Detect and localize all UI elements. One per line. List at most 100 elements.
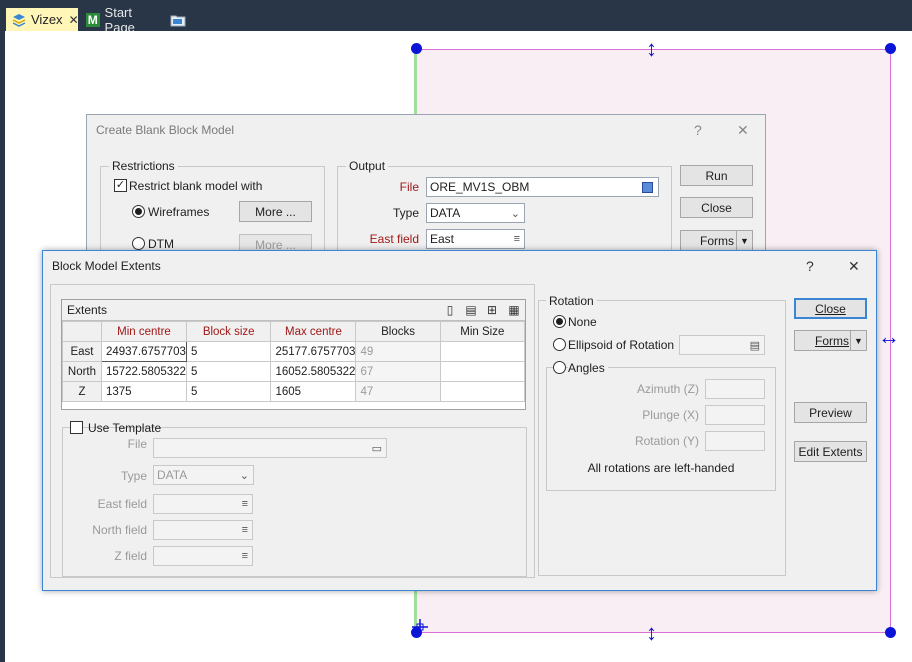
help-icon[interactable]: ? — [806, 258, 814, 274]
resize-vertical-icon[interactable]: ↕ — [646, 38, 657, 60]
close-icon[interactable]: ✕ — [737, 122, 749, 139]
plunge-field[interactable] — [705, 405, 765, 425]
dialog-title: Block Model Extents — [52, 259, 161, 273]
chevron-down-icon[interactable]: ▼ — [850, 331, 866, 350]
m-logo-icon: M — [86, 12, 100, 27]
column-header — [62, 321, 102, 342]
table-cell[interactable] — [439, 381, 526, 402]
forms-label: Forms — [815, 333, 849, 348]
template-z-label: Z field — [114, 549, 147, 563]
tab-vizex[interactable]: Vizex ✕ — [6, 8, 79, 31]
use-template-checkbox[interactable] — [70, 421, 83, 434]
forms-button[interactable]: Forms ▼ — [794, 330, 867, 351]
output-type-select[interactable]: DATA ⌄ — [426, 203, 525, 223]
dialog-title: Create Blank Block Model — [96, 123, 235, 137]
east-field-input[interactable]: East ≡ — [426, 229, 525, 249]
table-cell[interactable]: 5 — [185, 361, 272, 382]
chevron-down-icon: ⌄ — [239, 470, 249, 482]
new-document-icon[interactable]: ▯ — [443, 303, 457, 317]
table-cell[interactable] — [439, 361, 526, 382]
help-icon[interactable]: ? — [694, 122, 702, 138]
extents-grid-header: Extents ▯ ▤ ⊞ ▦ — [62, 300, 525, 321]
dtm-radio[interactable] — [132, 237, 145, 250]
rotation-ellipsoid-label: Ellipsoid of Rotation — [568, 338, 675, 352]
template-north-field[interactable]: ≡ — [153, 520, 253, 540]
close-button[interactable]: Close — [794, 298, 867, 319]
table-icon[interactable]: ▤ — [750, 339, 760, 352]
rotation-y-field[interactable] — [705, 431, 765, 451]
browse-icon[interactable]: ▭ — [372, 442, 382, 455]
table-row: Z 1375 5 1605 47 — [62, 381, 526, 402]
table-cell[interactable]: 1605 — [270, 381, 357, 402]
table-header-row: Min centre Block size Max centre Blocks … — [62, 321, 526, 342]
extents-grid[interactable]: Extents ▯ ▤ ⊞ ▦ Min centre Block size Ma… — [61, 299, 526, 410]
rotation-ellipsoid-radio[interactable] — [553, 338, 566, 351]
table-row: East 24937.67577030 5 25177.67577030 49 — [62, 341, 526, 362]
azimuth-field[interactable] — [705, 379, 765, 399]
wireframes-radio[interactable] — [132, 205, 145, 218]
column-header: Min centre — [100, 321, 187, 342]
add-row-icon[interactable]: ⊞ — [485, 303, 499, 317]
output-file-field[interactable]: ORE_MV1S_OBM — [426, 177, 659, 197]
template-file-field[interactable]: ▭ — [153, 438, 387, 458]
table-cell[interactable]: 25177.67577030 — [270, 341, 357, 362]
output-type-value: DATA — [430, 206, 461, 220]
resize-vertical-icon[interactable]: ↕ — [646, 622, 657, 644]
preview-button[interactable]: Preview — [794, 402, 867, 423]
corner-handle-bottom-right[interactable] — [885, 627, 896, 638]
azimuth-label: Azimuth (Z) — [636, 382, 699, 396]
chevron-down-icon[interactable]: ▼ — [736, 231, 752, 250]
table-cell[interactable]: 5 — [185, 341, 272, 362]
edit-extents-button[interactable]: Edit Extents — [794, 441, 867, 462]
table-row: North 15722.58053221 5 16052.58053221 67 — [62, 361, 526, 382]
output-file-value: ORE_MV1S_OBM — [430, 180, 530, 194]
close-button[interactable]: Close — [680, 197, 753, 218]
column-header: Max centre — [270, 321, 357, 342]
table-cell[interactable]: 5 — [185, 381, 272, 402]
run-button[interactable]: Run — [680, 165, 753, 186]
template-z-field[interactable]: ≡ — [153, 546, 253, 566]
tab-start-page[interactable]: M Start Page — [82, 5, 164, 35]
forms-button[interactable]: Forms ▼ — [680, 230, 753, 251]
rotation-none-radio[interactable] — [553, 315, 566, 328]
tab-vizex-label: Vizex — [31, 12, 63, 27]
corner-handle-top-right[interactable] — [885, 43, 896, 54]
list-icon[interactable]: ≡ — [242, 498, 248, 510]
resize-horizontal-icon[interactable]: ↔ — [878, 326, 900, 348]
template-north-label: North field — [92, 523, 147, 537]
list-icon[interactable]: ≡ — [242, 550, 248, 562]
rotation-angles-label: Angles — [568, 361, 608, 375]
table-cell[interactable]: 24937.67577030 — [100, 341, 187, 362]
close-icon[interactable]: ✕ — [69, 13, 79, 27]
ellipsoid-field[interactable]: ▤ — [679, 335, 765, 355]
more-wireframes-button[interactable]: More ... — [239, 201, 312, 222]
table-cell[interactable]: 15722.58053221 — [100, 361, 187, 382]
corner-handle-top-left[interactable] — [411, 43, 422, 54]
template-east-field[interactable]: ≡ — [153, 494, 253, 514]
dtm-label: DTM — [148, 237, 174, 251]
type-label: Type — [392, 206, 419, 220]
table-cell: 47 — [355, 381, 441, 402]
list-icon[interactable]: ≡ — [514, 233, 520, 245]
extents-grid-title: Extents — [67, 303, 108, 317]
rotation-angles-radio[interactable] — [553, 361, 566, 374]
folder-icon[interactable] — [167, 8, 189, 31]
list-icon[interactable]: ≡ — [242, 524, 248, 536]
table-cell[interactable]: 1375 — [100, 381, 187, 402]
row-header: East — [62, 341, 102, 362]
wireframes-label: Wireframes — [148, 205, 210, 219]
file-label: File — [399, 180, 419, 194]
create-blank-block-model-dialog: Create Blank Block Model ? ✕ Restriction… — [86, 114, 766, 266]
column-header: Min Size — [439, 321, 526, 342]
table-cell[interactable]: 16052.58053221 — [270, 361, 357, 382]
template-type-select[interactable]: DATA ⌄ — [153, 465, 254, 485]
table-cell[interactable] — [439, 341, 526, 362]
restrict-checkbox[interactable]: ✓ — [114, 179, 127, 192]
layers-icon — [12, 13, 26, 27]
table-icon[interactable]: ▤ — [464, 303, 478, 317]
close-icon[interactable]: ✕ — [848, 258, 860, 275]
tab-start-page-label: Start Page — [104, 4, 135, 35]
calculator-icon[interactable]: ▦ — [507, 303, 521, 317]
browse-icon[interactable] — [642, 182, 653, 193]
row-header: Z — [62, 381, 102, 402]
